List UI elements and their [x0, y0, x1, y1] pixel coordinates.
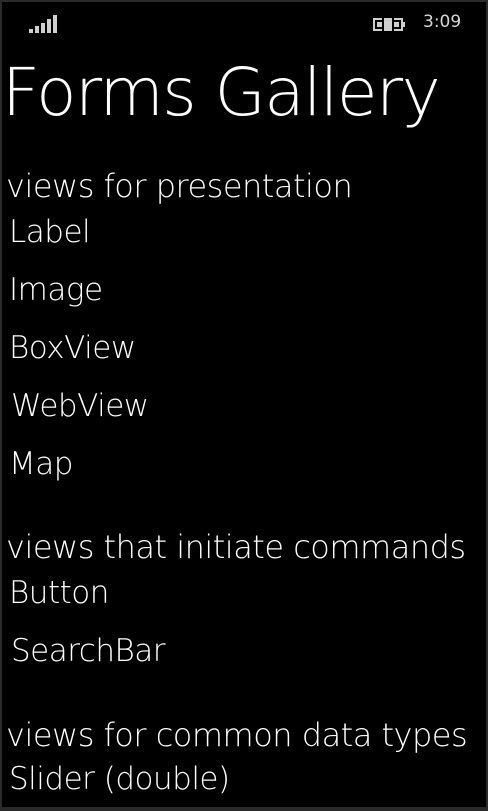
clock: 3:09: [423, 12, 462, 32]
signal-strength-icon: [29, 15, 57, 33]
list-item-slider[interactable]: Slider (double): [9, 759, 230, 799]
battery-charging-icon: [373, 16, 405, 32]
list-item-image[interactable]: Image: [9, 270, 103, 310]
group-header-commands: views that initiate commands: [6, 528, 466, 566]
group-header-presentation: views for presentation: [6, 167, 353, 205]
app-window: 3:09 Forms Gallery views for presentatio…: [2, 2, 486, 807]
list-item-map[interactable]: Map: [9, 444, 73, 484]
list-item-label[interactable]: Label: [9, 212, 91, 252]
group-header-data-types: views for common data types: [6, 716, 468, 754]
list-item-boxview[interactable]: BoxView: [9, 328, 136, 368]
list-item-webview[interactable]: WebView: [11, 386, 149, 426]
list-item-searchbar[interactable]: SearchBar: [11, 631, 166, 671]
status-bar: 3:09: [2, 2, 486, 42]
list-item-button[interactable]: Button: [9, 573, 109, 613]
page-title: Forms Gallery: [2, 54, 441, 131]
